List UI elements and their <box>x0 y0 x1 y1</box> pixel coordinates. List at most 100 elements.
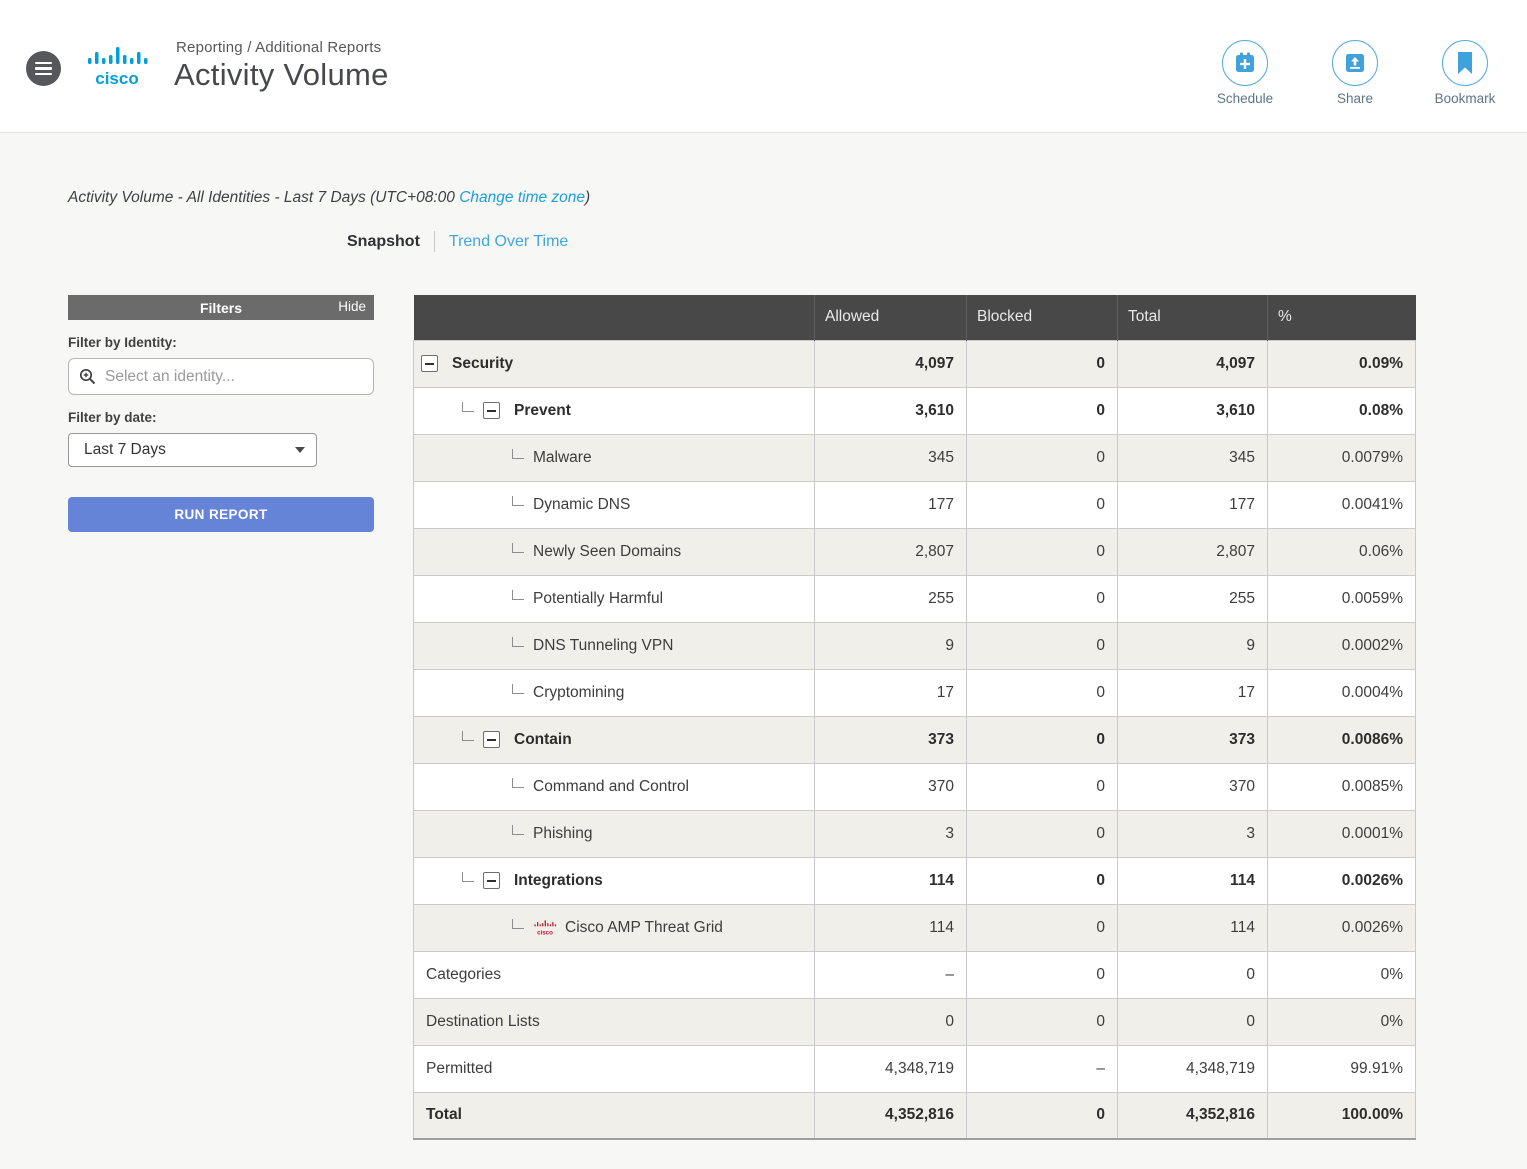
cell-percent: 0.0085% <box>1268 763 1416 810</box>
cell-percent: 100.00% <box>1268 1092 1416 1139</box>
cell-percent: 0.0026% <box>1268 904 1416 951</box>
cell-total: 3 <box>1118 810 1268 857</box>
cell-total: 2,807 <box>1118 528 1268 575</box>
cell-percent: 0.0001% <box>1268 810 1416 857</box>
tab-trend-over-time[interactable]: Trend Over Time <box>449 233 568 251</box>
hamburger-menu-icon[interactable] <box>26 51 61 86</box>
cell-total: 177 <box>1118 481 1268 528</box>
tree-elbow-icon <box>512 778 524 788</box>
cell-blocked: 0 <box>967 1092 1118 1139</box>
filters-hide-button[interactable]: Hide <box>338 299 366 314</box>
table-row: Security4,09704,0970.09% <box>414 340 1416 387</box>
cell-blocked: 0 <box>967 669 1118 716</box>
tab-divider <box>434 231 435 252</box>
tab-snapshot[interactable]: Snapshot <box>347 233 420 251</box>
cell-total: 0 <box>1118 951 1268 998</box>
run-report-button[interactable]: RUN REPORT <box>68 497 374 532</box>
collapse-toggle[interactable] <box>483 872 500 889</box>
cell-allowed: 114 <box>815 857 967 904</box>
row-label: Permitted <box>426 1060 492 1078</box>
table-row: ciscoCisco AMP Threat Grid11401140.0026% <box>414 904 1416 951</box>
table-row: Command and Control37003700.0085% <box>414 763 1416 810</box>
page-title: Activity Volume <box>174 57 389 93</box>
subtitle-text: Activity Volume - All Identities - Last … <box>68 189 459 206</box>
cell-allowed: 4,348,719 <box>815 1045 967 1092</box>
filters-panel: Filters Hide Filter by Identity: Filter … <box>68 295 374 532</box>
bookmark-button[interactable]: Bookmark <box>1429 40 1501 106</box>
cell-allowed: 345 <box>815 434 967 481</box>
identity-search-input[interactable] <box>68 358 374 395</box>
cell-percent: 99.91% <box>1268 1045 1416 1092</box>
cell-percent: 0.0004% <box>1268 669 1416 716</box>
cell-blocked: 0 <box>967 716 1118 763</box>
cell-blocked: 0 <box>967 575 1118 622</box>
cell-allowed: 2,807 <box>815 528 967 575</box>
row-label: Destination Lists <box>426 1013 540 1031</box>
collapse-toggle[interactable] <box>483 731 500 748</box>
collapse-toggle[interactable] <box>421 355 438 372</box>
row-label: Categories <box>426 966 501 984</box>
chevron-down-icon <box>295 447 305 453</box>
tree-elbow-icon <box>512 919 524 929</box>
cell-blocked: 0 <box>967 951 1118 998</box>
row-label: Cryptomining <box>533 684 624 702</box>
change-timezone-link[interactable]: Change time zone <box>459 189 585 206</box>
table-row: Newly Seen Domains2,80702,8070.06% <box>414 528 1416 575</box>
table-row: Destination Lists0000% <box>414 998 1416 1045</box>
share-button[interactable]: Share <box>1319 40 1391 106</box>
filters-header-bar: Filters Hide <box>68 295 374 320</box>
cell-percent: 0.09% <box>1268 340 1416 387</box>
col-blocked: Blocked <box>967 295 1118 340</box>
tree-elbow-icon <box>512 684 524 694</box>
cell-allowed: 177 <box>815 481 967 528</box>
table-row: Categories–000% <box>414 951 1416 998</box>
share-upload-icon <box>1332 40 1378 86</box>
cell-allowed: 17 <box>815 669 967 716</box>
bookmark-label: Bookmark <box>1435 91 1496 106</box>
table-row: Integrations11401140.0026% <box>414 857 1416 904</box>
cell-total: 373 <box>1118 716 1268 763</box>
subtitle-suffix: ) <box>585 189 590 206</box>
table-row: Phishing3030.0001% <box>414 810 1416 857</box>
cell-percent: 0.0002% <box>1268 622 1416 669</box>
filter-identity-label: Filter by Identity: <box>68 335 374 350</box>
tree-elbow-icon <box>512 496 524 506</box>
cell-allowed: 255 <box>815 575 967 622</box>
filters-title: Filters <box>200 300 242 316</box>
date-range-select[interactable]: Last 7 Days <box>68 433 317 467</box>
schedule-button[interactable]: Schedule <box>1209 40 1281 106</box>
bookmark-icon <box>1442 40 1488 86</box>
tree-elbow-icon <box>462 731 474 741</box>
row-label: Integrations <box>514 872 603 890</box>
schedule-calendar-plus-icon <box>1222 40 1268 86</box>
col-allowed: Allowed <box>815 295 967 340</box>
table-row: Prevent3,61003,6100.08% <box>414 387 1416 434</box>
report-tabs: Snapshot Trend Over Time <box>347 231 568 252</box>
row-label: Security <box>452 355 513 373</box>
table-row: Potentially Harmful25502550.0059% <box>414 575 1416 622</box>
row-label: Newly Seen Domains <box>533 543 681 561</box>
cell-blocked: 0 <box>967 998 1118 1045</box>
top-header: cisco Reporting / Additional Reports Act… <box>0 0 1527 133</box>
table-row: DNS Tunneling VPN9090.0002% <box>414 622 1416 669</box>
cell-percent: 0% <box>1268 998 1416 1045</box>
cell-percent: 0.08% <box>1268 387 1416 434</box>
table-header-row: Allowed Blocked Total % <box>414 295 1416 340</box>
cell-percent: 0.06% <box>1268 528 1416 575</box>
cisco-logo-icon: cisco <box>84 44 150 90</box>
breadcrumb[interactable]: Reporting / Additional Reports <box>176 39 381 56</box>
schedule-label: Schedule <box>1217 91 1273 106</box>
cell-blocked: 0 <box>967 904 1118 951</box>
row-label: DNS Tunneling VPN <box>533 637 673 655</box>
collapse-toggle[interactable] <box>483 402 500 419</box>
table-row: Permitted4,348,719–4,348,71999.91% <box>414 1045 1416 1092</box>
cell-allowed: 373 <box>815 716 967 763</box>
cell-blocked: 0 <box>967 481 1118 528</box>
table-row: Dynamic DNS17701770.0041% <box>414 481 1416 528</box>
table-row: Contain37303730.0086% <box>414 716 1416 763</box>
cell-blocked: 0 <box>967 810 1118 857</box>
table-row: Malware34503450.0079% <box>414 434 1416 481</box>
cell-total: 3,610 <box>1118 387 1268 434</box>
cell-percent: 0.0086% <box>1268 716 1416 763</box>
tree-elbow-icon <box>512 825 524 835</box>
